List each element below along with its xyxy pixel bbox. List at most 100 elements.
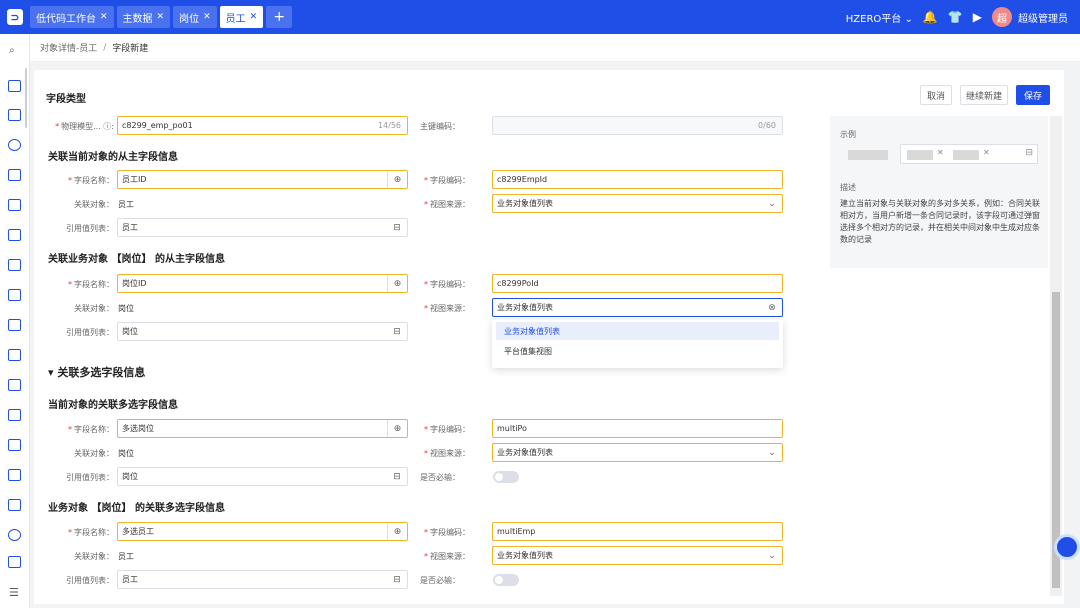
tab-employee[interactable]: 员工 ✕ [219, 6, 264, 28]
lookup-icon[interactable]: ⊟ [387, 323, 407, 340]
sidebar-icon-11[interactable] [8, 379, 21, 391]
sec1-view-label: * 视图来源： [424, 200, 470, 209]
tab-label: 员工 [225, 13, 246, 25]
label-text: 视图来源： [430, 200, 470, 209]
sec1-name-input[interactable]: 员工ID ⊕ [117, 170, 408, 189]
example-panel: 示例 ✕ ✕ ⊟ 描述 建立当前对象与关联对象的多对多关系，例如：合同关联相对方… [830, 116, 1048, 268]
field-value: 员工 [122, 223, 138, 232]
top-bar: ⊃ 低代码工作台 ✕ 主数据 ✕ 岗位 ✕ 员工 ✕ + HZERO平台 ⌄ 🔔 👕 ▶… [0, 0, 1080, 34]
sec2-view-select[interactable]: 业务对象值列表 ⊗ [492, 298, 783, 317]
play-icon[interactable]: ▶ [973, 10, 982, 24]
chevron-down-icon[interactable]: ⌄ [762, 547, 782, 564]
platform-switcher[interactable]: HZERO平台 ⌄ [846, 10, 913, 25]
sec4-ref-input[interactable]: 员工 ⊟ [117, 570, 408, 589]
sec3-code-input[interactable]: multiPo [492, 419, 783, 438]
example-chip [953, 150, 979, 160]
sec2-name-input[interactable]: 岗位ID ⊕ [117, 274, 408, 293]
sec2-ref-input[interactable]: 岗位 ⊟ [117, 322, 408, 341]
tab-masterdata[interactable]: 主数据 ✕ [116, 6, 171, 28]
sidebar-scrollbar[interactable] [25, 68, 27, 128]
shirt-icon[interactable]: 👕 [948, 10, 963, 24]
label-text: 视图来源： [430, 304, 470, 313]
sidebar-icon-15[interactable] [8, 499, 21, 511]
lookup-icon[interactable]: ⊟ [387, 219, 407, 236]
floating-help-button[interactable] [1054, 534, 1080, 560]
sec4-view-select[interactable]: 业务对象值列表 ⌄ [492, 546, 783, 565]
sec4-name-input[interactable]: 多选员工 ⊕ [117, 522, 408, 541]
sidebar-icon-13[interactable] [8, 439, 21, 451]
save-button[interactable]: 保存 [1016, 85, 1050, 105]
dropdown-option[interactable]: 平台值集视图 [496, 342, 779, 360]
sec4-code-input[interactable]: multiEmp [492, 522, 783, 541]
field-value: c8299EmpId [497, 175, 548, 184]
sidebar-icon-1[interactable] [8, 80, 21, 92]
breadcrumb: 对象详情-员工 / 字段新建 [30, 34, 1080, 62]
sec2-code-input[interactable]: c8299PoId [492, 274, 783, 293]
sec1-obj-value: 员工 [118, 200, 134, 209]
breadcrumb-parent[interactable]: 对象详情-员工 [40, 41, 97, 54]
tab-lowcode[interactable]: 低代码工作台 ✕ [30, 6, 114, 28]
pk-input[interactable]: 0/60 [492, 116, 783, 135]
sidebar-icon-14[interactable] [8, 469, 21, 481]
sec3-required-label: 是否必输： [420, 473, 460, 482]
add-tab-button[interactable]: + [266, 6, 293, 28]
sidebar-icon-4[interactable] [8, 169, 21, 181]
physical-model-input[interactable]: c8299_emp_po01 14/56 [117, 116, 408, 135]
label-text: 字段名称： [74, 176, 114, 185]
sidebar-icon-3[interactable] [8, 139, 21, 151]
example-label: 示例 [840, 130, 856, 139]
section1-title: 关联当前对象的从主字段信息 [48, 152, 178, 163]
dropdown-option[interactable]: 业务对象值列表 [496, 322, 779, 340]
sec3-name-input[interactable]: 多选岗位 ⊕ [117, 419, 408, 438]
user-name[interactable]: 超级管理员 [1018, 10, 1068, 25]
sec3-required-toggle[interactable] [493, 471, 519, 483]
sidebar-icon-8[interactable] [8, 289, 21, 301]
sidebar-icon-5[interactable] [8, 199, 21, 211]
search-icon[interactable]: ⌕ [9, 45, 15, 56]
close-icon[interactable]: ✕ [250, 12, 258, 22]
sec1-ref-input[interactable]: 员工 ⊟ [117, 218, 408, 237]
sec3-obj-value: 岗位 [118, 449, 134, 458]
sidebar-icon-17[interactable] [8, 556, 21, 568]
multi-section-title[interactable]: ▾ 关联多选字段信息 [48, 364, 145, 380]
sidebar-icon-2[interactable] [8, 109, 21, 121]
sec4-required-toggle[interactable] [493, 574, 519, 586]
breadcrumb-current: 字段新建 [112, 44, 149, 54]
field-value: 业务对象值列表 [497, 448, 553, 457]
sidebar-icon-12[interactable] [8, 409, 21, 421]
sec1-view-select[interactable]: 业务对象值列表 ⌄ [492, 194, 783, 213]
logo-icon: ⊃ [7, 9, 23, 25]
close-icon[interactable]: ✕ [100, 12, 108, 22]
field-value: 岗位 [122, 472, 138, 481]
sec1-code-input[interactable]: c8299EmpId [492, 170, 783, 189]
field-value: 业务对象值列表 [497, 551, 553, 560]
chevron-down-icon[interactable]: ⌄ [762, 195, 782, 212]
sec3-ref-input[interactable]: 岗位 ⊟ [117, 467, 408, 486]
cancel-button[interactable]: 取消 [920, 85, 952, 105]
chevron-down-icon[interactable]: ⌄ [762, 444, 782, 461]
avatar[interactable]: 超 [992, 7, 1012, 27]
sidebar-icon-6[interactable] [8, 229, 21, 241]
app-logo[interactable]: ⊃ [0, 0, 30, 34]
help-icon[interactable]: ⓘ [103, 122, 111, 131]
label-text: 字段名称： [74, 528, 114, 537]
vertical-scrollbar[interactable] [1050, 116, 1062, 596]
sec3-obj-label: 关联对象： [74, 449, 114, 458]
collapse-menu-icon[interactable]: ☰ [9, 586, 19, 599]
sidebar-icon-7[interactable] [8, 259, 21, 271]
sidebar-icon-16[interactable] [8, 529, 21, 541]
pk-label: 主键编码： [420, 122, 460, 131]
continue-create-button[interactable]: 继续新建 [960, 85, 1008, 105]
tab-position[interactable]: 岗位 ✕ [173, 6, 217, 28]
field-value: 多选员工 [122, 527, 154, 536]
sec4-code-label: * 字段编码： [424, 528, 470, 537]
close-icon[interactable]: ✕ [203, 12, 211, 22]
sidebar-icon-9[interactable] [8, 319, 21, 331]
close-icon[interactable]: ✕ [157, 12, 165, 22]
sidebar-icon-10[interactable] [8, 349, 21, 361]
bell-icon[interactable]: 🔔 [923, 10, 938, 24]
sec2-name-label: * 字段名称： [68, 280, 114, 289]
sec3-view-select[interactable]: 业务对象值列表 ⌄ [492, 443, 783, 462]
clear-icon[interactable]: ⊗ [762, 299, 782, 316]
field-value: c8299PoId [497, 279, 539, 288]
